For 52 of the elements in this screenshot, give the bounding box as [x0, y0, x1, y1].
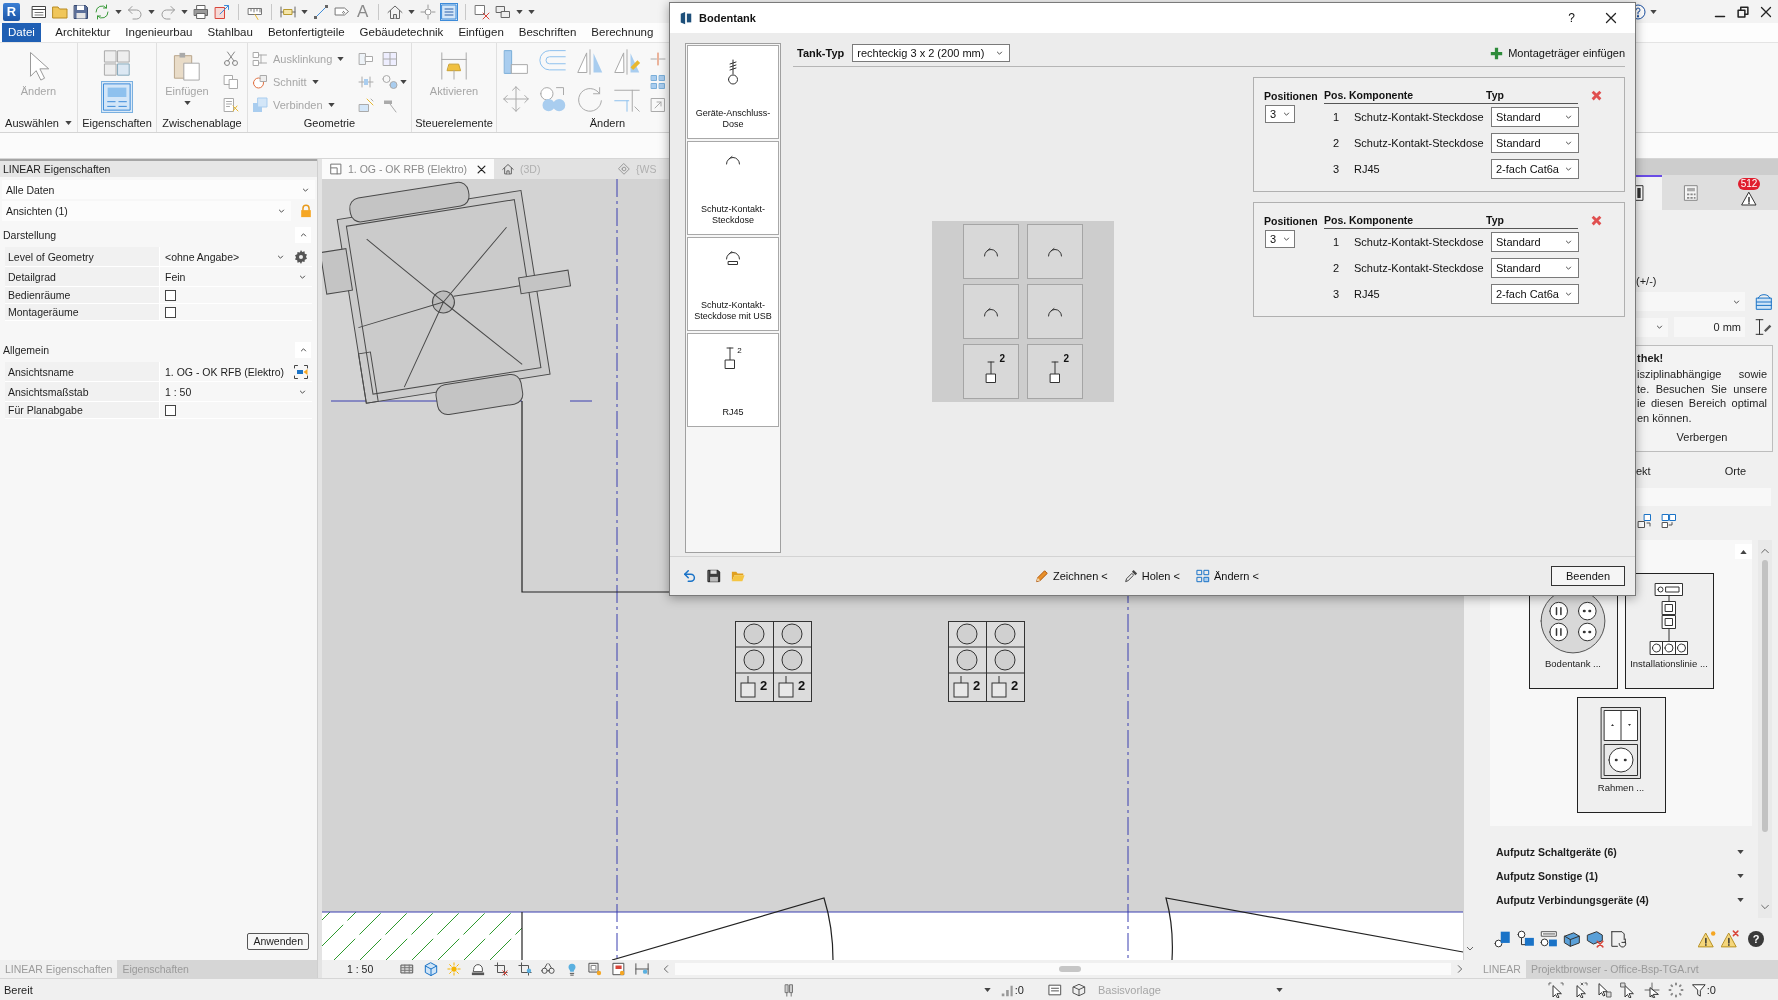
notice-title: thek!	[1637, 351, 1664, 366]
table-cell-text: Schutz-Kontakt-Steckdose	[1353, 111, 1485, 123]
group-label: Geometrie	[303, 117, 356, 129]
count-label: 2	[760, 678, 768, 693]
count-label: 2	[798, 678, 806, 693]
property-label: Ansichtsname	[5, 362, 160, 382]
column-header: Typ	[1486, 88, 1578, 104]
count-label: 2	[737, 347, 742, 355]
table-cell-text: 2	[1332, 262, 1341, 274]
property-label: Für Planabgabe	[5, 402, 160, 419]
count-label: 2	[973, 678, 981, 693]
table-cell-text: 3	[1332, 288, 1341, 300]
group-label: Steuerelemente	[415, 117, 493, 129]
selection-count: :0	[1014, 983, 1024, 996]
property-label: Level of Geometry	[5, 247, 160, 267]
section-title: Darstellung	[3, 229, 57, 241]
group-label: Auswählen	[5, 117, 59, 129]
group-label: Eigenschaften	[82, 117, 152, 129]
table-cell-text: RJ45	[1353, 288, 1381, 300]
count-badge: 512	[1737, 178, 1761, 190]
table-cell-text: Schutz-Kontakt-Steckdose	[1353, 236, 1485, 248]
column-header: Positionen	[1264, 215, 1319, 227]
group-label: Zwischenablage	[162, 117, 242, 129]
column-header: Typ	[1486, 213, 1578, 229]
column-header: Komponente	[1349, 88, 1486, 104]
column-header: Pos.	[1324, 88, 1349, 104]
property-label: Montageräume	[5, 304, 160, 321]
dialog-title: Bodentank	[699, 12, 756, 24]
table-cell-text: RJ45	[1353, 163, 1381, 175]
filter-count: :0	[1706, 983, 1716, 996]
field-label: Tank-Typ	[797, 47, 845, 59]
property-label: Bedienräume	[5, 287, 160, 304]
count-label: 2	[999, 354, 1005, 364]
column-header: Positionen	[1264, 90, 1319, 102]
table-cell-text: Schutz-Kontakt-Steckdose	[1353, 262, 1485, 274]
table-cell-text: Schutz-Kontakt-Steckdose	[1353, 137, 1485, 149]
property-label: Ansichtsmaßstab	[5, 382, 160, 402]
table-cell-text: 2	[1332, 137, 1341, 149]
notice-text: isziplinabhängige sowie te. Besuchen Sie unsere ie diesen Bereich optimal en können.	[1637, 367, 1767, 425]
table-cell-text: 1	[1332, 111, 1341, 123]
property-label: Detailgrad	[5, 267, 160, 287]
section-title: Allgemein	[3, 344, 50, 356]
table-cell-text: 1	[1332, 236, 1341, 248]
group-label: Ändern	[589, 117, 626, 129]
column-header: Komponente	[1349, 213, 1486, 229]
panel-title: LINEAR Eigenschaften	[0, 159, 317, 177]
column-header: Pos.	[1324, 213, 1349, 229]
status-text: Bereit	[4, 983, 33, 996]
count-label: 2	[1011, 678, 1019, 693]
count-label: 2	[1063, 354, 1069, 364]
field-label: (+/-)	[1636, 274, 1657, 288]
table-cell-text: 3	[1332, 163, 1341, 175]
